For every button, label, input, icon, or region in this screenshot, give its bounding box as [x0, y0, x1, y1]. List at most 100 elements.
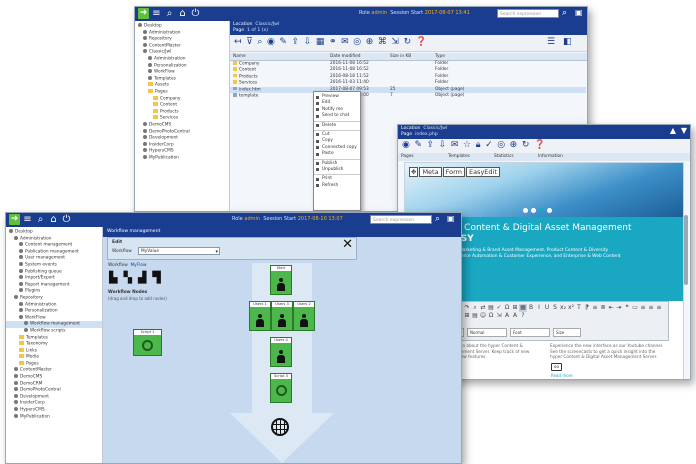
tab-easyedit[interactable]: EasyEdit	[465, 167, 500, 177]
search-icon[interactable]: ⌕	[257, 35, 262, 49]
tree-item[interactable]: Personalization	[135, 62, 229, 70]
tree-item[interactable]: InsiderCorp	[6, 400, 102, 407]
tab-meta[interactable]: Meta	[419, 167, 442, 177]
context-menu-item[interactable]: Delete	[314, 123, 360, 129]
rte-button-icon[interactable]: x₂	[559, 304, 567, 312]
tree-item[interactable]: WorkFlow	[135, 69, 229, 76]
tree-item[interactable]: Publication management	[6, 248, 102, 256]
context-menu-item[interactable]: Send to chat	[314, 113, 360, 119]
rte-button-icon[interactable]: I	[535, 304, 543, 312]
scrollbar[interactable]	[684, 215, 688, 285]
share-icon[interactable]: ⇲	[391, 35, 399, 49]
table-row[interactable]: Services 2016-11-03 11:40 Folder	[230, 80, 586, 86]
rte-button-icon[interactable]: ▦	[519, 304, 527, 312]
tab-statistics[interactable]: Statistics	[494, 154, 514, 159]
table-row[interactable]: index.htm 2017-08-07 09:53 25 Object (page)	[230, 86, 586, 93]
network-icon[interactable]: ⌘	[378, 35, 387, 49]
tree-item[interactable]: HypersCMS	[6, 407, 102, 414]
search-icon[interactable]: ⌕	[164, 8, 175, 19]
user-name[interactable]: admin	[244, 216, 260, 222]
script-node-icon[interactable]: ▟	[138, 271, 146, 284]
tree-item[interactable]: User management	[6, 255, 102, 262]
table-row[interactable]: Products 2016-08-18 11:52 Folder	[230, 73, 586, 80]
rte-button-icon[interactable]: A	[503, 312, 511, 320]
rte-button-icon[interactable]: ⊞	[463, 312, 471, 320]
rte-button-icon[interactable]: ≡	[655, 304, 663, 312]
tree-item[interactable]: Import/Export	[6, 275, 102, 282]
tab-form[interactable]: Form	[442, 167, 465, 177]
edit-icon[interactable]: ✎	[414, 139, 422, 151]
table-row[interactable]: template2017-07-17 12:007Object (page)	[230, 93, 586, 99]
tree-item[interactable]: InsiderCorp	[135, 141, 229, 149]
rte-button-icon[interactable]: A	[511, 312, 519, 320]
window-icon[interactable]: ▣	[575, 8, 583, 17]
rte-button-icon[interactable]: B	[527, 304, 535, 312]
rte-button-icon[interactable]: ≡	[639, 304, 647, 312]
download-icon[interactable]: ⇩	[439, 139, 447, 151]
rte-button-icon[interactable]: ▤	[471, 312, 479, 320]
help-icon[interactable]: ❓	[416, 35, 427, 49]
logo-icon[interactable]: ➜	[9, 214, 20, 225]
tree-item[interactable]: ContentMaster	[135, 42, 229, 50]
rte-button-icon[interactable]: ▤	[487, 304, 495, 312]
tree-item[interactable]: Report management	[6, 281, 102, 289]
tree-item[interactable]: Assets	[135, 82, 229, 89]
tree-item[interactable]: Company	[135, 95, 229, 103]
format-select[interactable]: Normal	[467, 328, 507, 337]
carousel-dots[interactable]	[523, 208, 552, 213]
collapse-icon[interactable]: ▲	[670, 126, 676, 135]
table-row[interactable]: Content 2016-11-08 16:52 Folder	[230, 67, 586, 73]
check-icon[interactable]: ✓	[485, 139, 493, 151]
tree-item[interactable]: Personalization	[6, 308, 102, 315]
tree-item[interactable]: MyPublication	[6, 413, 102, 421]
mail-icon[interactable]: ✉	[451, 139, 459, 151]
user-node[interactable]: Start	[270, 265, 292, 295]
tree-item[interactable]: Links	[6, 347, 102, 355]
user-node[interactable]: Users 4	[270, 337, 292, 367]
tree-item[interactable]: Administration	[135, 29, 229, 37]
tree-item[interactable]: Administration	[135, 55, 229, 63]
rte-button-icon[interactable]: ?	[519, 312, 527, 320]
font-select[interactable]: Font	[510, 328, 550, 337]
list-view-icon[interactable]: ☰	[547, 35, 555, 49]
template-icon[interactable]: ▦	[316, 35, 325, 49]
user-name[interactable]: admin	[371, 10, 387, 16]
search-icon[interactable]: ⌕	[435, 214, 440, 224]
tree-item[interactable]: Development	[6, 393, 102, 401]
tree-item[interactable]: DemoPhotoCentral	[6, 387, 102, 394]
tree-item[interactable]: Desktop	[6, 229, 102, 236]
col-type[interactable]: Type	[435, 54, 445, 59]
tree-item[interactable]: DemoCMS	[6, 374, 102, 381]
tree-item[interactable]: Templates	[135, 75, 229, 83]
link-icon[interactable]: ⚭	[329, 35, 337, 49]
tree-item[interactable]: DemoCMS	[135, 121, 229, 129]
user-node[interactable]: Users 2	[293, 301, 315, 331]
window-icon[interactable]: ▣	[447, 214, 455, 223]
help-icon[interactable]: ❓	[534, 139, 545, 151]
publish-icon[interactable]: ◎	[353, 35, 361, 49]
tree-item[interactable]: MyPublication	[135, 154, 229, 162]
tree-item[interactable]: Classic/Jwl	[135, 49, 229, 56]
tree-item[interactable]: Development	[135, 135, 229, 142]
read-more-link[interactable]: Read more	[551, 373, 573, 378]
video-icon[interactable]: oo	[551, 363, 562, 371]
globe-icon[interactable]: ⊕	[510, 139, 518, 151]
tree-item[interactable]: System events	[6, 261, 102, 269]
expand-icon[interactable]: ▼	[681, 126, 687, 135]
reload-icon[interactable]: ↻	[404, 35, 412, 49]
rte-button-icon[interactable]: T	[575, 304, 583, 312]
rte-button-icon[interactable]: x²	[567, 304, 575, 312]
tree-item[interactable]: Administration	[6, 235, 102, 243]
context-menu-item[interactable]: Paste	[314, 151, 360, 157]
rte-button-icon[interactable]: Ω	[503, 304, 511, 312]
rte-button-icon[interactable]: ≣	[599, 304, 607, 312]
size-select[interactable]: Size	[553, 328, 581, 337]
rte-button-icon[interactable]: ⇲	[495, 312, 503, 320]
col-size[interactable]: Size in KB	[390, 54, 411, 59]
tree-item[interactable]: Services	[135, 115, 229, 122]
publish-icon[interactable]: ◎	[497, 139, 505, 151]
tree-item[interactable]: Repository	[135, 36, 229, 43]
close-icon[interactable]: ✕	[342, 238, 353, 252]
context-menu-item[interactable]: Unpublish	[314, 167, 360, 173]
power-icon[interactable]: ⏻	[61, 214, 72, 225]
